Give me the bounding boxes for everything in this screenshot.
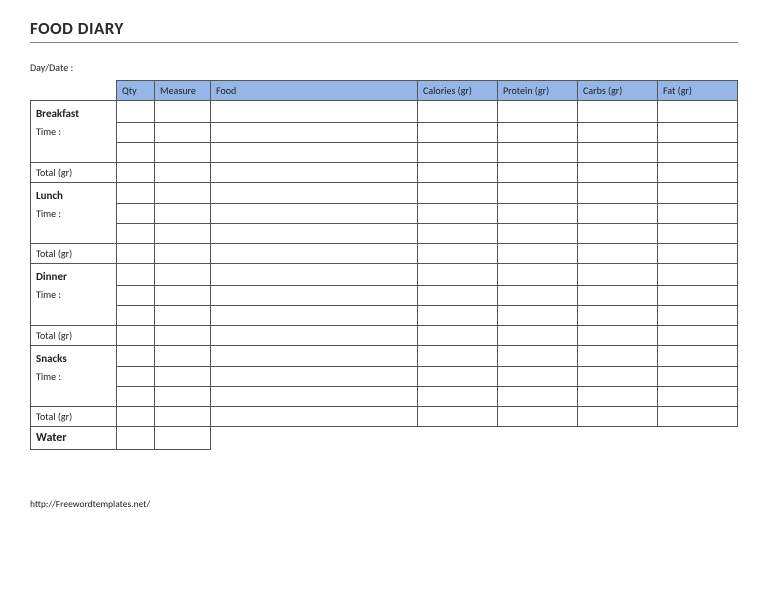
header-protein: Protein (gr) <box>498 81 578 101</box>
breakfast-label: Breakfast <box>31 101 117 123</box>
lunch-total: Total (gr) <box>31 244 117 264</box>
header-measure: Measure <box>155 81 211 101</box>
breakfast-total: Total (gr) <box>31 162 117 182</box>
dinner-total: Total (gr) <box>31 325 117 345</box>
table-row <box>31 387 738 407</box>
header-fat: Fat (gr) <box>658 81 738 101</box>
table-row: Time : <box>31 285 738 305</box>
table-row: Snacks <box>31 345 738 367</box>
table-row: Time : <box>31 367 738 387</box>
header-carbs: Carbs (gr) <box>578 81 658 101</box>
header-blank <box>31 81 117 101</box>
table-row: Time : <box>31 204 738 224</box>
footer-url: http://Freewordtemplates.net/ <box>30 498 738 510</box>
header-row: Qty Measure Food Calories (gr) Protein (… <box>31 81 738 101</box>
table-row <box>31 142 738 162</box>
table-row: Total (gr) <box>31 244 738 264</box>
snacks-time: Time : <box>31 367 117 407</box>
breakfast-time: Time : <box>31 122 117 162</box>
header-food: Food <box>211 81 418 101</box>
snacks-label: Snacks <box>31 345 117 367</box>
lunch-label: Lunch <box>31 182 117 204</box>
table-row: Dinner <box>31 264 738 286</box>
dinner-time: Time : <box>31 285 117 325</box>
table-row: Breakfast <box>31 101 738 123</box>
food-diary-table: Qty Measure Food Calories (gr) Protein (… <box>30 80 738 450</box>
lunch-time: Time : <box>31 204 117 244</box>
table-row: Total (gr) <box>31 407 738 427</box>
dinner-label: Dinner <box>31 264 117 286</box>
table-row: Water <box>31 427 738 450</box>
table-row: Total (gr) <box>31 325 738 345</box>
page-title: FOOD DIARY <box>30 18 738 43</box>
table-row <box>31 305 738 325</box>
table-row: Total (gr) <box>31 162 738 182</box>
table-row <box>31 224 738 244</box>
snacks-total: Total (gr) <box>31 407 117 427</box>
table-row: Time : <box>31 122 738 142</box>
water-label: Water <box>31 427 117 450</box>
header-calories: Calories (gr) <box>418 81 498 101</box>
table-row: Lunch <box>31 182 738 204</box>
day-date-label: Day/Date : <box>30 61 738 74</box>
header-qty: Qty <box>117 81 155 101</box>
